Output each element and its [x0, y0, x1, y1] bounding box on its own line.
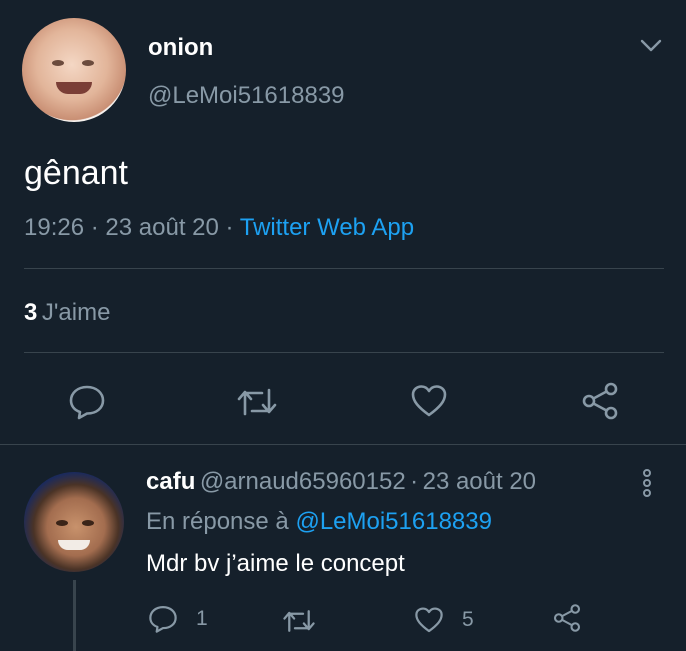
divider	[24, 352, 664, 353]
avatar-face-detail	[82, 60, 94, 66]
retweet-icon[interactable]	[236, 386, 278, 418]
divider	[24, 268, 664, 269]
in-reply-to-prefix: En réponse à	[146, 508, 289, 535]
tweet-source[interactable]: Twitter Web App	[240, 214, 414, 241]
tweet-text: gênant	[24, 154, 128, 192]
reply-icon[interactable]	[68, 384, 106, 420]
like-count: 5	[462, 608, 474, 631]
chevron-down-icon[interactable]	[640, 38, 662, 54]
reply-action-reply[interactable]: 1	[148, 604, 208, 634]
avatar-face-detail	[82, 520, 94, 526]
heart-icon[interactable]	[414, 606, 444, 634]
likes-label: J'aime	[41, 299, 111, 326]
avatar-face-detail	[56, 520, 68, 526]
likes-count: 3	[24, 299, 38, 326]
tweet-date[interactable]: 23 août 20	[105, 214, 218, 241]
tweet-time[interactable]: 19:26	[24, 214, 84, 241]
retweet-icon[interactable]	[282, 608, 316, 634]
reply-header: cafu @arnaud65960152 · 23 août 20	[146, 468, 536, 496]
meta-separator: ·	[225, 214, 234, 241]
author-avatar[interactable]	[22, 18, 126, 122]
heart-icon[interactable]	[410, 384, 448, 418]
thread-line	[73, 580, 76, 651]
meta-separator: ·	[410, 468, 419, 495]
share-icon[interactable]	[552, 603, 582, 633]
vertical-dots-icon[interactable]	[640, 468, 654, 498]
avatar-face-detail	[52, 60, 64, 66]
in-reply-to-mention[interactable]: @LeMoi51618839	[295, 508, 492, 535]
share-icon[interactable]	[580, 382, 620, 420]
reply-icon[interactable]	[148, 604, 178, 634]
avatar-face-detail	[58, 540, 90, 550]
tweet-meta: 19:26 · 23 août 20 · Twitter Web App	[24, 214, 414, 242]
author-name[interactable]: onion	[148, 34, 213, 62]
reply-action-like[interactable]: 5	[414, 606, 474, 634]
reply-text: Mdr bv j’aime le concept	[146, 550, 405, 577]
divider	[0, 444, 686, 445]
reply-author-name[interactable]: cafu	[146, 468, 195, 495]
reply-author-avatar[interactable]	[24, 472, 124, 572]
author-handle[interactable]: @LeMoi51618839	[148, 82, 345, 110]
in-reply-to: En réponse à @LeMoi51618839	[146, 508, 492, 536]
likes-stat[interactable]: 3 J'aime	[24, 299, 110, 327]
avatar-face-detail	[56, 82, 92, 94]
reply-date[interactable]: 23 août 20	[423, 468, 536, 495]
reply-count: 1	[196, 607, 208, 630]
reply-author-handle[interactable]: @arnaud65960152	[200, 468, 406, 495]
meta-separator: ·	[90, 214, 99, 241]
